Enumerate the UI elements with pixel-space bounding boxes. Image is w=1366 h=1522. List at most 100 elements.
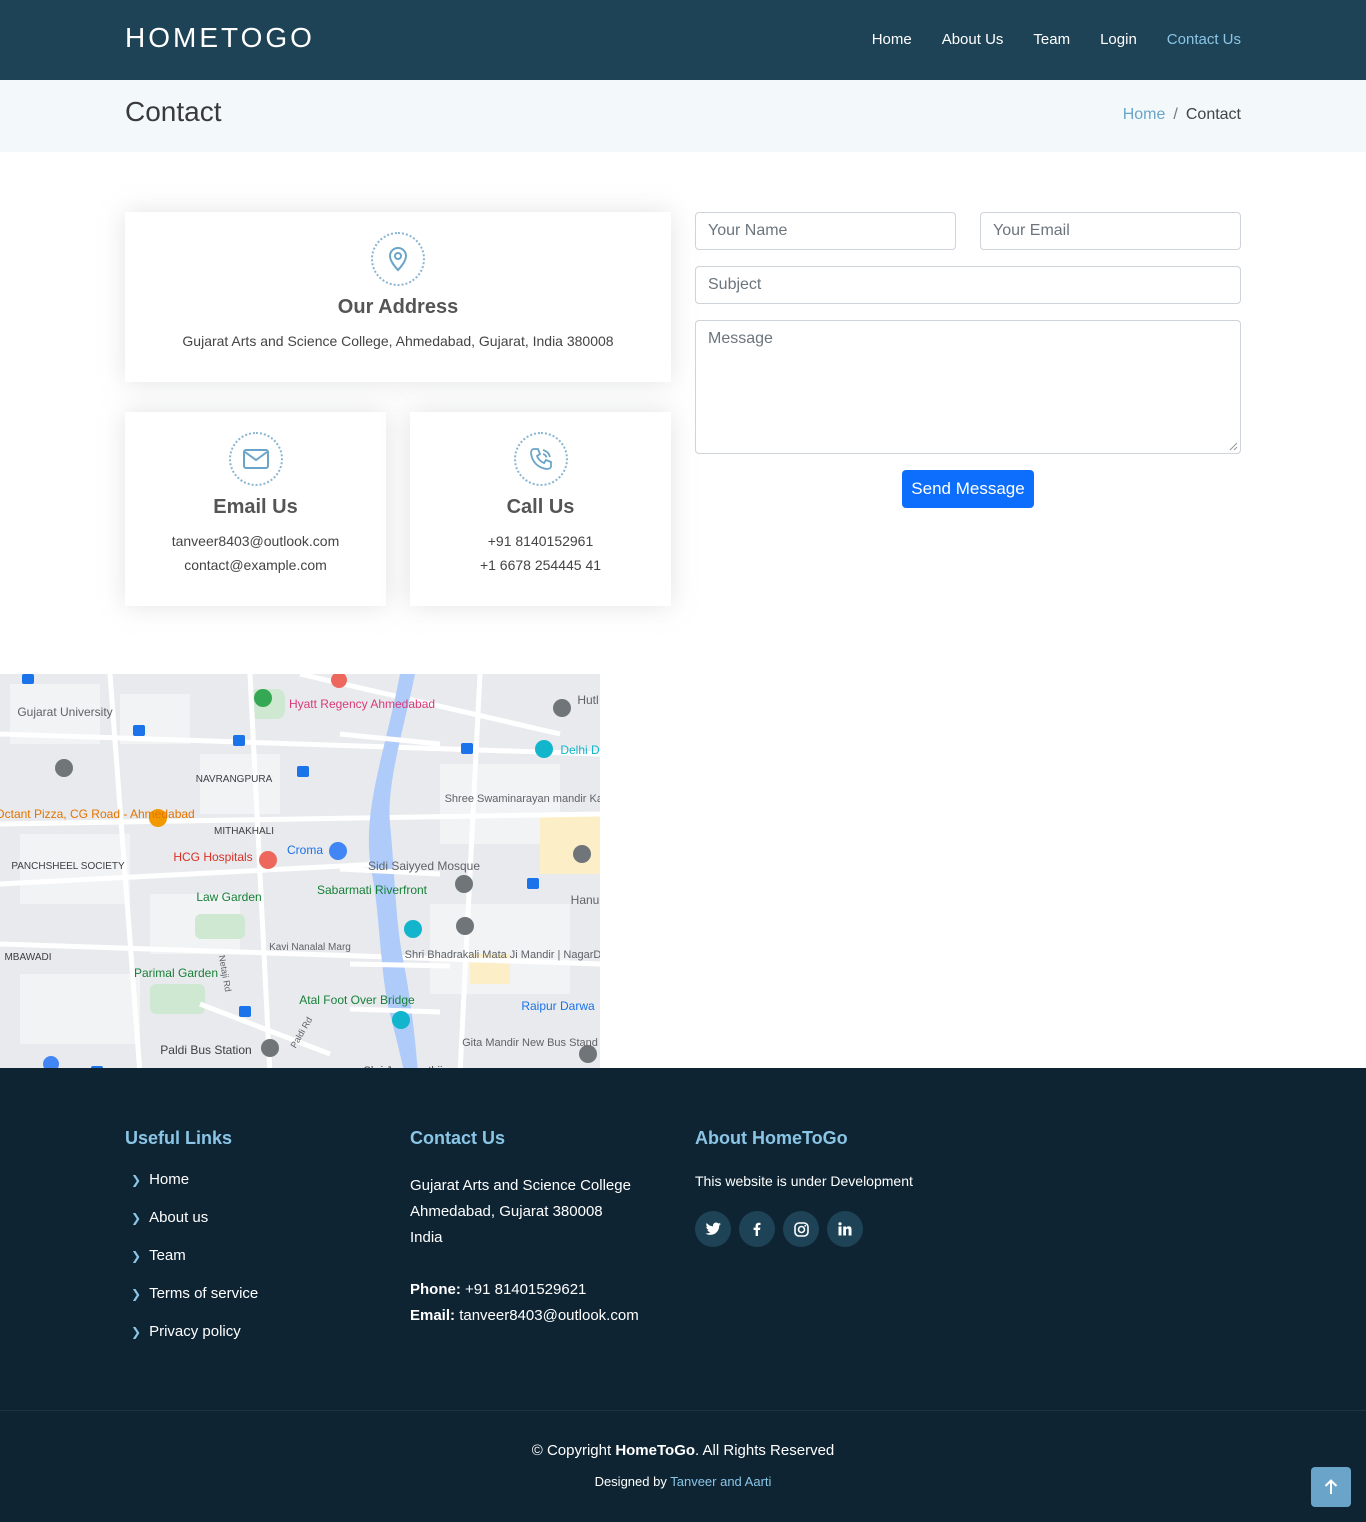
designers-link[interactable]: Tanveer and Aarti xyxy=(670,1474,771,1489)
footer-link-label[interactable]: About us xyxy=(149,1209,208,1226)
map-label-hcg: HCG Hospitals xyxy=(173,850,252,864)
map-label-sidi-saiyyed: Sidi Saiyyed Mosque xyxy=(368,859,480,873)
breadcrumb: Home / Contact xyxy=(1123,106,1241,124)
map-label-gita-mandir: Gita Mandir New Bus Stand xyxy=(462,1037,598,1049)
footer-link-home[interactable]: ❯ Home xyxy=(125,1171,258,1209)
address-card: Our Address Gujarat Arts and Science Col… xyxy=(125,212,671,382)
email-card: Email Us tanveer8403@outlook.com contact… xyxy=(125,412,386,606)
twitter-icon[interactable] xyxy=(695,1211,731,1247)
nav-login[interactable]: Login xyxy=(1100,31,1137,48)
address-title: Our Address xyxy=(337,296,459,318)
breadcrumb-bar: Contact Home / Contact xyxy=(0,80,1366,152)
map-pin-icon xyxy=(371,232,425,286)
map-canvas[interactable]: Gujarat University Hyatt Regency Ahmedab… xyxy=(0,674,600,1074)
credits: Designed by Tanveer and Aarti xyxy=(0,1474,1366,1489)
phone-line-1[interactable]: +91 8140152961 xyxy=(410,529,671,553)
nav-about-us[interactable]: About Us xyxy=(942,31,1004,48)
site-footer: Useful Links ❯ Home ❯ About us ❯ Team ❯ Term… xyxy=(0,1068,1366,1522)
google-map[interactable]: Gujarat University Hyatt Regency Ahmedab… xyxy=(0,674,600,1074)
arrow-up-icon xyxy=(1324,1479,1338,1494)
footer-link-label[interactable]: Privacy policy xyxy=(149,1323,241,1340)
map-label-paldi-bus-station: Paldi Bus Station xyxy=(160,1043,251,1057)
footer-link-about-us[interactable]: ❯ About us xyxy=(125,1209,258,1247)
page-title: Contact xyxy=(125,96,222,127)
map-label-law-garden: Law Garden xyxy=(196,890,261,904)
phone-icon xyxy=(513,432,568,486)
phone-line-2[interactable]: +1 6678 254445 41 xyxy=(410,553,671,577)
footer-link-label[interactable]: Home xyxy=(149,1171,189,1188)
footer-link-label[interactable]: Team xyxy=(149,1247,186,1264)
send-message-button[interactable]: Send Message xyxy=(902,470,1034,508)
chevron-right-icon: ❯ xyxy=(131,1211,142,1225)
message-placeholder: Message xyxy=(708,330,773,347)
call-title: Call Us xyxy=(506,496,575,518)
email-input[interactable]: Your Email xyxy=(980,212,1241,250)
footer-email-label: Email: xyxy=(410,1307,456,1324)
chevron-right-icon: ❯ xyxy=(131,1287,142,1301)
linkedin-icon[interactable] xyxy=(827,1211,863,1247)
map-label-atal-bridge: Atal Foot Over Bridge xyxy=(299,993,415,1007)
footer-divider xyxy=(0,1410,1366,1411)
footer-address-line-1: Gujarat Arts and Science College xyxy=(410,1177,631,1194)
nav-team[interactable]: Team xyxy=(1033,31,1070,48)
map-label-kavi-nanalal-marg: Kavi Nanalal Marg xyxy=(269,942,351,953)
map-label-croma: Croma xyxy=(287,843,323,857)
footer-email-value[interactable]: tanveer8403@outlook.com xyxy=(459,1307,639,1324)
name-input[interactable]: Your Name xyxy=(695,212,956,250)
footer-useful-links: Useful Links ❯ Home ❯ About us ❯ Team ❯ Term… xyxy=(125,1128,258,1361)
back-to-top-button[interactable] xyxy=(1311,1467,1351,1507)
footer-phone-value[interactable]: +91 81401529621 xyxy=(465,1281,586,1298)
email-title: Email Us xyxy=(213,496,298,518)
footer-email: Email: tanveer8403@outlook.com xyxy=(410,1303,639,1329)
map-label-hyatt: Hyatt Regency Ahmedabad xyxy=(289,697,435,711)
site-logo[interactable]: HOMETOGO xyxy=(125,22,315,54)
map-label-panchsheel: PANCHSHEEL SOCIETY xyxy=(11,861,125,872)
map-label-gujarat-university: Gujarat University xyxy=(17,705,112,719)
address-text: Gujarat Arts and Science College, Ahmeda… xyxy=(182,333,614,349)
footer-link-label[interactable]: Terms of service xyxy=(149,1285,258,1302)
footer-about-text: This website is under Development xyxy=(695,1173,913,1189)
social-links xyxy=(695,1211,913,1247)
copyright-brand: HomeToGo xyxy=(615,1442,696,1459)
footer-about-title: About HomeToGo xyxy=(695,1128,848,1148)
breadcrumb-separator: / xyxy=(1173,106,1178,123)
footer-about: About HomeToGo This website is under Dev… xyxy=(695,1128,913,1247)
footer-contact-title: Contact Us xyxy=(410,1128,506,1148)
footer-link-team[interactable]: ❯ Team xyxy=(125,1247,258,1285)
main-nav: Home About Us Team Login Contact Us xyxy=(872,31,1241,48)
footer-address-line-3: India xyxy=(410,1229,443,1246)
map-label-mithakhali: MITHAKHALI xyxy=(214,826,274,837)
copyright: © Copyright HomeToGo. All Rights Reserve… xyxy=(0,1442,1366,1459)
nav-contact-us[interactable]: Contact Us xyxy=(1167,31,1241,48)
map-label-mbawadi: MBAWADI xyxy=(4,952,51,963)
footer-address-line-2: Ahmedabad, Gujarat 380008 xyxy=(410,1203,603,1220)
map-label-navrangpura: NAVRANGPURA xyxy=(196,774,273,785)
map-label-riverfront: Sabarmati Riverfront xyxy=(317,883,428,897)
subject-input[interactable]: Subject xyxy=(695,266,1241,304)
email-line-2[interactable]: contact@example.com xyxy=(125,553,386,577)
site-header: HOMETOGO Home About Us Team Login Contac… xyxy=(0,0,1366,80)
envelope-icon xyxy=(228,432,283,486)
footer-link-terms[interactable]: ❯ Terms of service xyxy=(125,1285,258,1323)
footer-phone: Phone: +91 81401529621 xyxy=(410,1277,639,1303)
resize-handle-icon[interactable] xyxy=(1228,441,1238,451)
email-line-1[interactable]: tanveer8403@outlook.com xyxy=(125,529,386,553)
facebook-icon[interactable] xyxy=(739,1211,775,1247)
map-label-hanu: Hanu xyxy=(571,893,600,907)
message-textarea[interactable]: Message xyxy=(695,320,1241,454)
map-label-hutl: Hutl xyxy=(577,693,598,707)
nav-home[interactable]: Home xyxy=(872,31,912,48)
breadcrumb-home-link[interactable]: Home xyxy=(1123,106,1166,123)
footer-phone-label: Phone: xyxy=(410,1281,461,1298)
footer-contact: Contact Us Gujarat Arts and Science Coll… xyxy=(410,1128,639,1329)
map-label-octant-pizza: Octant Pizza, CG Road - Ahmedabad xyxy=(0,807,195,821)
instagram-icon[interactable] xyxy=(783,1211,819,1247)
map-label-swaminarayan: Shree Swaminarayan mandir Kalupur xyxy=(445,793,600,805)
call-card: Call Us +91 8140152961 +1 6678 254445 41 xyxy=(410,412,671,606)
chevron-right-icon: ❯ xyxy=(131,1325,142,1339)
map-label-bhadrakali: Shri Bhadrakali Mata Ji Mandir | NagarDe… xyxy=(405,949,600,961)
map-label-parimal-garden: Parimal Garden xyxy=(134,966,218,980)
designed-by-label: Designed by xyxy=(594,1474,667,1489)
map-label-delhi-darwaja: Delhi D xyxy=(560,743,600,757)
footer-link-privacy[interactable]: ❯ Privacy policy xyxy=(125,1323,258,1361)
